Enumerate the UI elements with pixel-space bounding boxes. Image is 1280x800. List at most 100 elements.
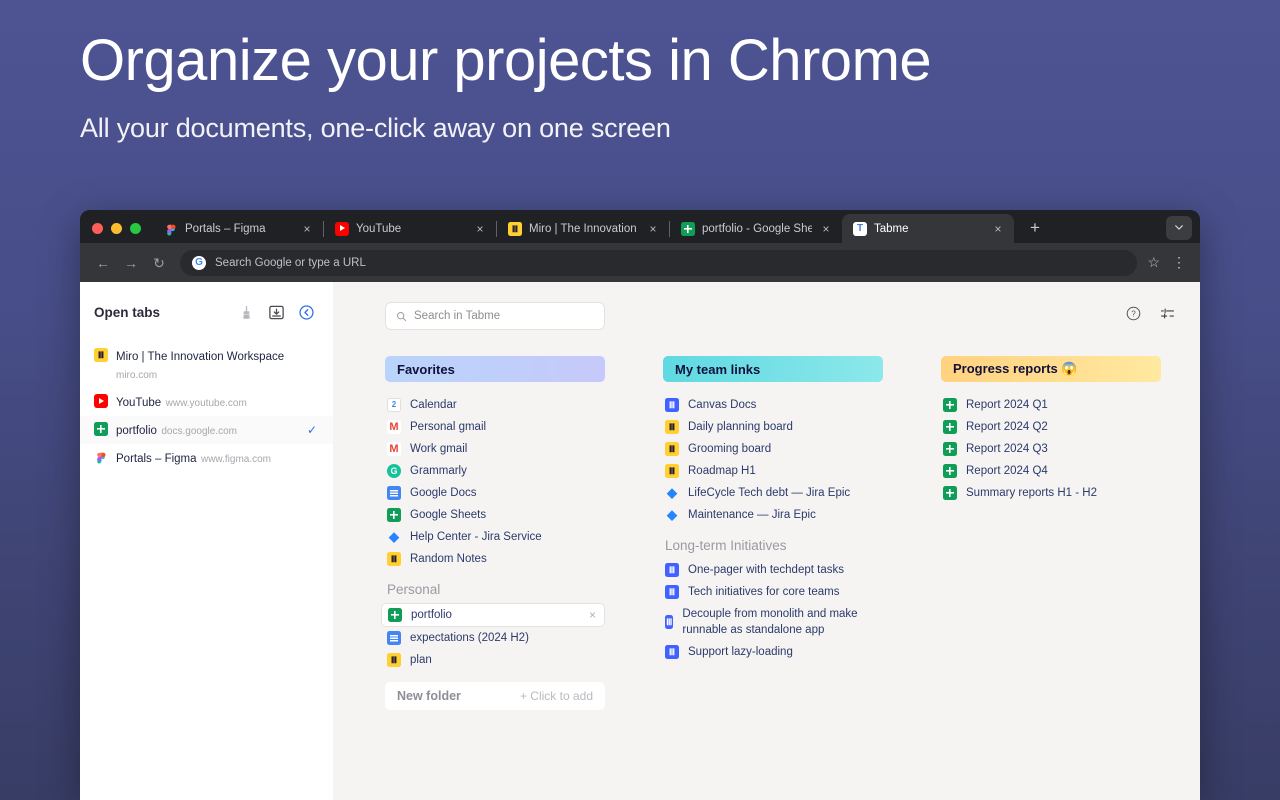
browser-tab-youtube[interactable]: YouTube ×	[324, 214, 496, 243]
list-item[interactable]: Summary reports H1 - H2	[941, 482, 1161, 504]
list-item[interactable]: M Personal gmail	[385, 416, 605, 438]
new-tab-button[interactable]: +	[1022, 215, 1048, 241]
folder-title[interactable]: Progress reports 😱	[941, 356, 1161, 382]
close-tab-icon[interactable]: ×	[991, 223, 1005, 235]
close-tab-icon[interactable]: ×	[473, 223, 487, 235]
google-calendar-icon: 2	[387, 398, 401, 412]
list-item[interactable]: ◆ LifeCycle Tech debt — Jira Epic	[663, 482, 883, 504]
item-label: One-pager with techdept tasks	[688, 564, 844, 576]
tabme-toolbar: Search in Tabme ?	[333, 302, 1200, 330]
folder-title[interactable]: Favorites	[385, 356, 605, 382]
list-item[interactable]: 2 Calendar	[385, 394, 605, 416]
browser-tab-miro[interactable]: Ⅲ Miro | The Innovation Worksp ×	[497, 214, 669, 243]
address-bar[interactable]: G Search Google or type a URL	[180, 249, 1138, 276]
new-folder-button[interactable]: New folder + Click to add	[385, 682, 605, 710]
list-item[interactable]: Report 2024 Q3	[941, 438, 1161, 460]
list-item[interactable]: ◆ Help Center - Jira Service	[385, 526, 605, 548]
forward-button[interactable]: →	[118, 250, 144, 276]
list-item[interactable]: Ⅲ Decouple from monolith and make runnab…	[663, 603, 883, 641]
open-tab-url: www.youtube.com	[165, 398, 247, 409]
list-item[interactable]: Report 2024 Q2	[941, 416, 1161, 438]
open-tabs-list: Ⅲ Miro | The Innovation Workspace miro.c…	[80, 342, 333, 472]
section-subheader[interactable]: Long-term Initiatives	[665, 538, 883, 553]
google-sheets-icon	[387, 508, 401, 522]
section-subheader[interactable]: Personal	[387, 582, 605, 597]
minimize-window-button[interactable]	[111, 223, 122, 234]
item-label: portfolio	[411, 609, 452, 621]
youtube-icon	[94, 394, 108, 408]
gmail-icon: M	[387, 420, 401, 434]
close-tab-icon[interactable]: ×	[300, 223, 314, 235]
tab-search-chevron-down-icon[interactable]	[1166, 216, 1192, 240]
close-tab-icon[interactable]: ×	[819, 223, 833, 235]
list-item[interactable]: Ⅲ Roadmap H1	[663, 460, 883, 482]
item-label: Maintenance — Jira Epic	[688, 509, 816, 521]
close-window-button[interactable]	[92, 223, 103, 234]
list-item[interactable]: Ⅲ Tech initiatives for core teams	[663, 581, 883, 603]
folder-title[interactable]: My team links	[663, 356, 883, 382]
open-tab-row-miro[interactable]: Ⅲ Miro | The Innovation Workspace miro.c…	[80, 342, 333, 388]
miro-blue-icon: Ⅲ	[665, 563, 679, 577]
item-label: plan	[410, 654, 432, 666]
browser-tab-figma[interactable]: Portals – Figma ×	[153, 214, 323, 243]
item-label: Decouple from monolith and make runnable…	[682, 608, 858, 636]
list-item[interactable]: Ⅲ Canvas Docs	[663, 394, 883, 416]
browser-tab-tabme[interactable]: T Tabme ×	[842, 214, 1014, 243]
reload-button[interactable]: ↻	[146, 250, 172, 276]
open-tab-row-figma[interactable]: Portals – Figma www.figma.com	[80, 444, 333, 472]
search-placeholder: Search in Tabme	[414, 310, 501, 322]
list-item[interactable]: Ⅲ Grooming board	[663, 438, 883, 460]
miro-icon: Ⅲ	[508, 221, 522, 236]
bookmark-star-icon[interactable]: ☆	[1147, 254, 1160, 271]
list-item[interactable]: ◆ Maintenance — Jira Epic	[663, 504, 883, 526]
item-label: Canvas Docs	[688, 399, 757, 411]
back-button[interactable]: ←	[90, 250, 116, 276]
item-label: Grammarly	[410, 465, 467, 477]
search-input[interactable]: Search in Tabme	[385, 302, 605, 330]
browser-tab-label: Portals – Figma	[185, 222, 266, 235]
browser-tab-label: Miro | The Innovation Worksp	[529, 222, 639, 235]
open-tab-title: Portals – Figma	[116, 453, 197, 465]
list-item[interactable]: G Grammarly	[385, 460, 605, 482]
help-icon[interactable]: ?	[1125, 305, 1142, 327]
item-label: Roadmap H1	[688, 465, 756, 477]
list-item[interactable]: Ⅲ Random Notes	[385, 548, 605, 570]
list-item[interactable]: Report 2024 Q1	[941, 394, 1161, 416]
google-sheets-icon	[94, 422, 108, 436]
miro-icon: Ⅲ	[387, 653, 401, 667]
address-bar-placeholder: Search Google or type a URL	[215, 256, 366, 269]
list-item[interactable]: Report 2024 Q4	[941, 460, 1161, 482]
list-item[interactable]: expectations (2024 H2)	[385, 627, 605, 649]
browser-menu-icon[interactable]: ⋮	[1172, 254, 1186, 271]
remove-item-icon[interactable]: ×	[589, 607, 596, 623]
open-tab-row-youtube[interactable]: YouTube www.youtube.com	[80, 388, 333, 416]
jira-icon: ◆	[667, 507, 677, 522]
list-item[interactable]: Ⅲ plan	[385, 649, 605, 671]
sidebar-header: Open tabs	[80, 298, 333, 326]
folder-items: Ⅲ Canvas Docs Ⅲ Daily planning board Ⅲ G…	[663, 394, 883, 663]
list-item[interactable]: Google Sheets	[385, 504, 605, 526]
item-label: expectations (2024 H2)	[410, 632, 529, 644]
item-label: Tech initiatives for core teams	[688, 586, 840, 598]
item-label: Report 2024 Q1	[966, 399, 1048, 411]
close-tab-icon[interactable]: ×	[646, 223, 660, 235]
search-icon	[397, 311, 407, 321]
tabs-container: Portals – Figma × YouTube × Ⅲ Miro | The…	[153, 214, 1200, 243]
miro-blue-icon: Ⅲ	[665, 398, 679, 412]
save-session-icon[interactable]	[268, 304, 285, 321]
list-item[interactable]: Ⅲ Daily planning board	[663, 416, 883, 438]
browser-tab-portfolio-sheets[interactable]: portfolio - Google Sheets ×	[670, 214, 842, 243]
list-item-selected[interactable]: portfolio ×	[381, 603, 605, 627]
collapse-icon[interactable]	[298, 304, 315, 321]
list-item[interactable]: Ⅲ Support lazy-loading	[663, 641, 883, 663]
clean-icon[interactable]	[238, 304, 255, 321]
google-sheets-icon	[943, 398, 957, 412]
open-tab-row-portfolio[interactable]: portfolio docs.google.com ✓	[80, 416, 333, 444]
google-sheets-icon	[943, 464, 957, 478]
item-label: Random Notes	[410, 553, 487, 565]
list-item[interactable]: Ⅲ One-pager with techdept tasks	[663, 559, 883, 581]
list-item[interactable]: Google Docs	[385, 482, 605, 504]
list-item[interactable]: M Work gmail	[385, 438, 605, 460]
maximize-window-button[interactable]	[130, 223, 141, 234]
settings-sliders-icon[interactable]	[1159, 305, 1176, 327]
